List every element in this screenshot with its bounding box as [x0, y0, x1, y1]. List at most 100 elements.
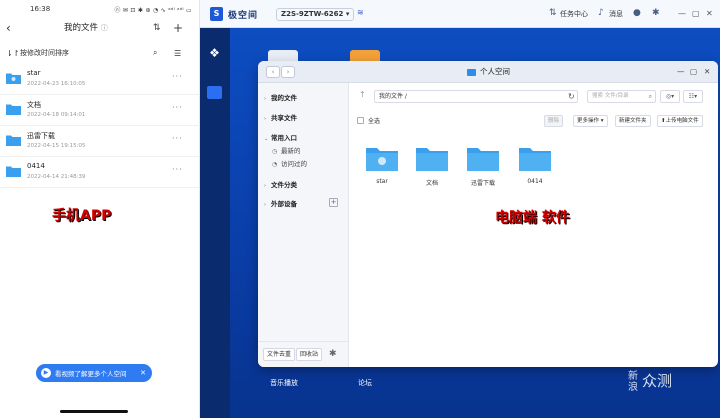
home-indicator [60, 410, 128, 413]
search-icon: ⌕ [648, 93, 652, 100]
sort-label[interactable]: 按修改时间排序 [20, 48, 69, 58]
list-view-icon[interactable]: ☰ [174, 49, 181, 58]
minimize-icon[interactable]: — [677, 66, 685, 78]
desktop-top-bar: S 极空间 Z2S-9ZTW-6262 ▾ ≋ ⇅ 任务中心 ♪ 消息 ● ✱ … [200, 0, 720, 28]
add-device-icon[interactable]: + [329, 198, 338, 207]
gear-icon[interactable]: ✱ [652, 7, 660, 20]
task-center-link[interactable]: 任务中心 [560, 8, 588, 20]
refresh-icon[interactable]: ↻ [568, 90, 575, 103]
file-item[interactable]: 迅雷下载 [458, 145, 508, 187]
sidebar-item-shared[interactable]: › 共享文件 [264, 112, 297, 122]
sidebar-item-label: 最新的 [281, 147, 301, 155]
file-grid: star 文档 迅雷下载 0414 [349, 145, 718, 205]
file-name: 0414 [27, 162, 45, 170]
sidebar-item-external[interactable]: › 外部设备 [264, 198, 297, 208]
sidebar-item-my-files[interactable]: › 我的文件 [264, 92, 297, 102]
gear-icon[interactable]: ✱ [329, 348, 337, 361]
watermark-url: Phoer.com [512, 348, 633, 370]
list-item[interactable]: 0414 2022-04-14 21:48:39 ··· [0, 157, 200, 188]
maximize-icon[interactable]: ▢ [690, 66, 697, 78]
window-sidebar: › 我的文件 › 共享文件 ⌄ 常用入口 ◷ 最新的 ◔ 访问过的 › 文件分类 › 外部设备… [258, 83, 349, 367]
file-name: 0414 [527, 178, 543, 185]
file-item[interactable]: star [357, 145, 407, 185]
more-icon[interactable]: ··· [172, 165, 183, 174]
select-all-checkbox[interactable] [357, 117, 364, 124]
close-icon[interactable]: ✕ [706, 7, 713, 20]
search-input[interactable]: 搜索 文件/目录 ⌕ [587, 90, 656, 103]
recycle-bin-button[interactable]: 回收站 [296, 348, 323, 361]
list-item[interactable]: star 2022-04-23 16:10:05 ··· [0, 64, 200, 95]
folder-icon [467, 148, 499, 171]
folder-icon [519, 148, 551, 171]
sidebar-item-visited[interactable]: ◔ 访问过的 [272, 158, 307, 168]
banner-text: 看视频了解更多个人空间 [55, 370, 127, 378]
filter-button[interactable]: ◎▾ [660, 90, 680, 103]
folder-icon [467, 68, 476, 76]
desktop-overlay-label: 电脑端 软件 [495, 210, 570, 226]
up-arrow-icon[interactable]: ↑ [359, 90, 366, 99]
view-mode-button[interactable]: ☷▾ [683, 90, 703, 103]
dedupe-button[interactable]: 文件去重 [263, 348, 296, 361]
close-icon[interactable]: ✕ [140, 369, 146, 377]
action-toolbar: 全选 删除 更多操作 ▾ 新建文件夹 ⬆上传电脑文件 [349, 114, 718, 128]
status-time: 16:38 [30, 5, 51, 13]
file-name: 迅雷下载 [470, 180, 495, 187]
bell-icon[interactable]: ♪ [598, 7, 604, 20]
more-icon[interactable]: ··· [172, 134, 183, 143]
watermark-corner-big: 众测 [642, 372, 673, 390]
minimize-icon[interactable]: — [678, 7, 686, 20]
device-name: Z2S-9ZTW-6262 [281, 10, 344, 18]
add-icon[interactable]: + [173, 20, 183, 36]
watermark-corner-small: 新浪 [628, 370, 638, 393]
list-item[interactable]: 文档 2022-04-18 09:14:01 ··· [0, 95, 200, 126]
brand-name: 极空间 [228, 11, 259, 21]
sidebar-footer: 文件去重 回收站 ✱ [258, 341, 349, 367]
file-name: 迅雷下载 [27, 132, 55, 140]
sidebar-item-recent[interactable]: ◷ 最新的 [272, 145, 301, 155]
info-icon[interactable]: ⓘ [101, 24, 108, 32]
chevron-down-icon: ⌄ [264, 136, 269, 142]
sidebar-item-categories[interactable]: › 文件分类 [264, 179, 297, 189]
more-icon[interactable]: ··· [172, 103, 183, 112]
sidebar-group-common[interactable]: ⌄ 常用入口 [264, 132, 297, 142]
more-icon[interactable]: ··· [172, 72, 183, 81]
list-item[interactable]: 迅雷下载 2022-04-15 19:15:05 ··· [0, 126, 200, 157]
device-selector[interactable]: Z2S-9ZTW-6262 ▾ [276, 8, 355, 21]
transfer-icon[interactable]: ⇅ [549, 7, 557, 20]
back-button[interactable]: ‹ [6, 20, 11, 36]
app-logo-icon: S [210, 7, 223, 21]
back-button[interactable]: ‹ [266, 66, 280, 78]
messages-link[interactable]: 消息 [609, 8, 623, 20]
phone-overlay-label: 手机APP [52, 208, 112, 224]
sidebar-item-label: 访问过的 [281, 160, 307, 168]
select-all-label[interactable]: 全选 [368, 116, 380, 125]
file-item[interactable]: 0414 [510, 145, 560, 185]
phone-app-screen: 16:38 ⓝ ✉ ⊡ ✱ ⊛ ◔ ∿ ᵃᵈˡ ᵃᵈˡ ▭ ‹ 我的文件 ⓘ ⇅… [0, 0, 200, 418]
sort-order-icon[interactable]: ⇂↾ [6, 49, 19, 58]
folder-icon [6, 104, 21, 115]
desktop-app-forum[interactable]: 论坛 [358, 378, 372, 388]
search-icon[interactable]: ⌕ [153, 48, 157, 58]
video-banner[interactable]: ▶ 看视频了解更多个人空间 ✕ [36, 364, 152, 382]
search-placeholder: 搜索 文件/目录 [592, 93, 629, 99]
new-folder-button[interactable]: 新建文件夹 [615, 115, 651, 127]
sort-icon[interactable]: ⇅ [153, 20, 161, 36]
close-icon[interactable]: ✕ [704, 66, 710, 78]
apps-grid-icon[interactable]: ❖ [207, 46, 222, 61]
file-date: 2022-04-18 09:14:01 [27, 112, 86, 118]
maximize-icon[interactable]: ▢ [692, 7, 700, 20]
chevron-right-icon: › [264, 96, 266, 102]
file-item[interactable]: 文档 [407, 145, 457, 187]
upload-button[interactable]: ⬆上传电脑文件 [657, 115, 703, 127]
user-icon[interactable]: ● [633, 7, 641, 20]
sidebar-item-label: 常用入口 [271, 134, 297, 142]
more-actions-button[interactable]: 更多操作 ▾ [573, 115, 608, 127]
forward-button[interactable]: › [281, 66, 295, 78]
folder-app-icon[interactable] [207, 86, 222, 99]
path-input[interactable]: 我的文件 / [374, 90, 578, 103]
folder-shared-icon [366, 148, 398, 171]
disabled-action-button[interactable]: 删除 [544, 115, 564, 127]
chevron-right-icon: › [264, 183, 266, 189]
desktop-client: S 极空间 Z2S-9ZTW-6262 ▾ ≋ ⇅ 任务中心 ♪ 消息 ● ✱ … [200, 0, 720, 418]
desktop-app-music[interactable]: 音乐播放 [270, 378, 298, 388]
